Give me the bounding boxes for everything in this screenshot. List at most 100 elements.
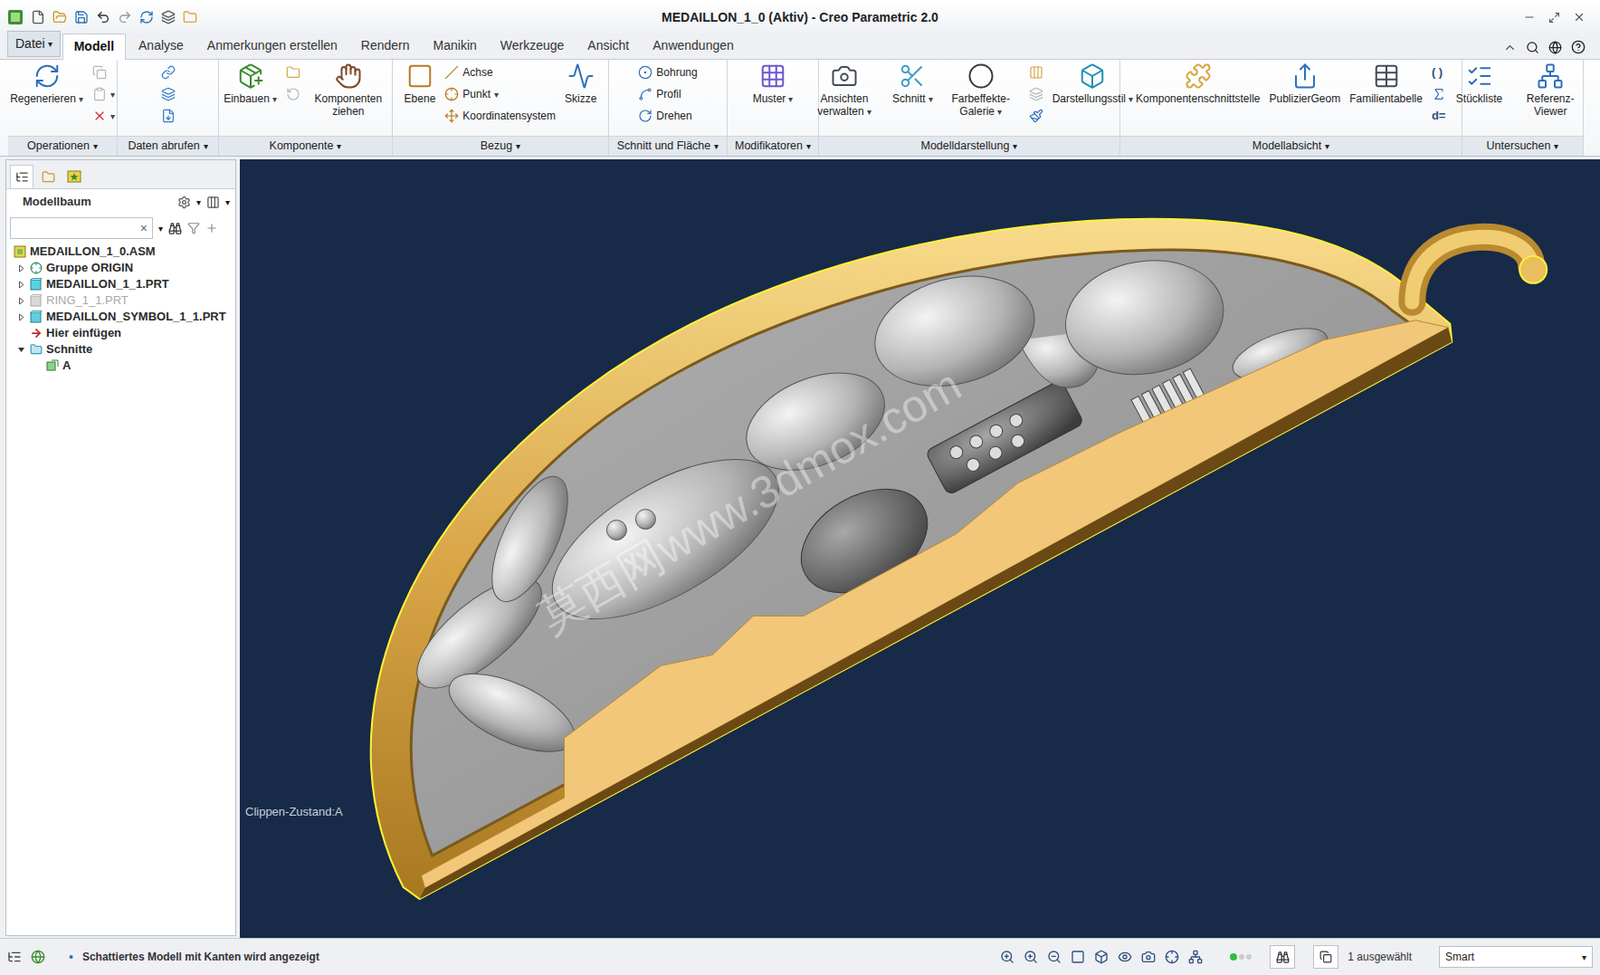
tree-item[interactable]: A bbox=[6, 357, 236, 374]
ribbon-small-button[interactable]: Profil bbox=[636, 84, 699, 105]
ribbon-group-label[interactable]: Modellabsicht▾ bbox=[1120, 135, 1462, 156]
ribbon-large-button[interactable]: Stückliste bbox=[1454, 62, 1505, 105]
open-folder-icon[interactable] bbox=[52, 9, 67, 25]
tree-item[interactable]: RING_1_1.PRT bbox=[6, 292, 236, 309]
view-manager-icon[interactable] bbox=[1141, 949, 1156, 964]
collapsed-icon[interactable] bbox=[17, 313, 26, 322]
ribbon-tab[interactable]: Analyse bbox=[127, 33, 195, 59]
navigator-tab[interactable] bbox=[9, 164, 34, 189]
ribbon-tab[interactable]: Werkzeuge bbox=[489, 33, 576, 59]
help-icon[interactable] bbox=[1571, 39, 1586, 55]
ribbon-small-button[interactable] bbox=[1027, 84, 1046, 105]
ribbon-group-label[interactable]: Modelldarstellung▾ bbox=[819, 135, 1120, 156]
graphics-viewport[interactable]: 莫西网www.3dmox.comClippen-Zustand:A bbox=[239, 159, 1600, 938]
search-icon[interactable] bbox=[1525, 40, 1540, 55]
minimize-icon[interactable] bbox=[1523, 10, 1536, 24]
ribbon-tab[interactable]: Anmerkungen erstellen bbox=[196, 33, 349, 59]
collapsed-icon[interactable] bbox=[17, 296, 26, 305]
refit-icon[interactable] bbox=[1000, 949, 1015, 964]
tree-item[interactable]: Gruppe ORIGIN bbox=[6, 259, 236, 277]
ribbon-small-button[interactable] bbox=[159, 84, 178, 105]
undo-icon[interactable] bbox=[95, 9, 111, 25]
ribbon-large-button[interactable]: Ebene bbox=[402, 62, 439, 105]
ribbon-tab[interactable]: Anwendungen bbox=[641, 33, 745, 59]
navigator-tab[interactable] bbox=[62, 164, 86, 189]
tree-item[interactable]: Schnitte bbox=[6, 341, 236, 358]
ribbon-tab[interactable]: Modell bbox=[62, 33, 126, 60]
ribbon-tab[interactable]: Manikin bbox=[422, 33, 488, 59]
ribbon-group-label[interactable]: Modifikatoren▾ bbox=[727, 135, 819, 156]
ribbon-group-label[interactable]: Daten abrufen▾ bbox=[117, 135, 219, 156]
ribbon-large-button[interactable]: Darstellungsstil▾ bbox=[1050, 62, 1135, 106]
ribbon-small-button[interactable]: ▾ bbox=[90, 105, 117, 126]
ribbon-large-button[interactable]: Schnitt▾ bbox=[890, 62, 935, 106]
repaint-icon[interactable] bbox=[1070, 949, 1086, 964]
ribbon-large-button[interactable]: Regenerieren▾ bbox=[8, 62, 86, 106]
ribbon-small-button[interactable]: ( ) bbox=[1429, 62, 1448, 83]
ribbon-small-button[interactable]: d= bbox=[1429, 105, 1448, 126]
collapsed-icon[interactable] bbox=[17, 264, 26, 273]
restore-icon[interactable] bbox=[1548, 11, 1561, 24]
ribbon-group-label[interactable]: Komponente▾ bbox=[219, 135, 392, 156]
ribbon-small-button[interactable] bbox=[284, 84, 303, 105]
navigator-tab[interactable] bbox=[36, 164, 60, 189]
ribbon-large-button[interactable]: Einbauen▾ bbox=[221, 62, 279, 106]
ribbon-small-button[interactable]: Achse bbox=[442, 62, 558, 83]
tree-columns-icon[interactable] bbox=[206, 195, 220, 210]
collapsed-icon[interactable] bbox=[17, 280, 26, 289]
ribbon-small-button[interactable]: Drehen bbox=[636, 105, 699, 126]
clear-search-button[interactable]: × bbox=[140, 219, 148, 239]
collapse-ribbon-icon[interactable] bbox=[1503, 40, 1517, 55]
ribbon-tab[interactable]: Rendern bbox=[350, 33, 421, 59]
tree-search-field[interactable]: × bbox=[9, 217, 153, 239]
spin-center-icon[interactable] bbox=[1188, 949, 1203, 964]
add-icon[interactable] bbox=[205, 221, 219, 235]
toggle-navigator-icon[interactable] bbox=[7, 949, 22, 964]
ribbon-large-button[interactable]: Familientabelle bbox=[1347, 62, 1425, 105]
tree-item[interactable]: Hier einfügen bbox=[6, 324, 236, 342]
display-style-small-icon[interactable] bbox=[1094, 949, 1109, 964]
ribbon-small-button[interactable] bbox=[159, 62, 178, 83]
creo-app-icon[interactable] bbox=[7, 9, 24, 26]
expanded-icon[interactable] bbox=[17, 345, 26, 354]
find-icon[interactable] bbox=[168, 221, 182, 236]
saved-views-icon[interactable] bbox=[1117, 949, 1133, 964]
ribbon-large-button[interactable]: Komponentenschnittstelle bbox=[1133, 62, 1262, 105]
ribbon-small-button[interactable] bbox=[90, 62, 117, 83]
ribbon-group-label[interactable]: Untersuchen▾ bbox=[1462, 135, 1583, 156]
filter-icon[interactable] bbox=[187, 221, 200, 235]
tree-item[interactable]: MEDAILLON_1_0.ASM bbox=[6, 243, 236, 260]
tree-settings-icon[interactable] bbox=[177, 195, 191, 210]
ribbon-small-button[interactable] bbox=[1429, 84, 1448, 105]
save-icon[interactable] bbox=[74, 9, 89, 25]
close-window-icon[interactable] bbox=[182, 9, 198, 25]
datum-display-icon[interactable] bbox=[1164, 949, 1180, 964]
ribbon-small-button[interactable]: Koordinatensystem bbox=[442, 105, 558, 126]
ribbon-small-button[interactable] bbox=[1027, 105, 1046, 126]
ribbon-group-label[interactable]: Schnitt und Fläche▾ bbox=[609, 135, 727, 156]
ribbon-large-button[interactable]: Referenz-Viewer bbox=[1509, 62, 1591, 118]
ribbon-large-button[interactable]: Farbeffekte-Galerie▾ bbox=[940, 62, 1022, 119]
ribbon-group-label[interactable]: Bezug▾ bbox=[392, 135, 609, 156]
close-icon[interactable] bbox=[1572, 10, 1586, 24]
ribbon-large-button[interactable]: Skizze bbox=[562, 62, 599, 105]
selection-filter[interactable]: Smart▾ bbox=[1438, 945, 1593, 968]
ribbon-small-button[interactable]: Bohrung bbox=[636, 62, 699, 83]
toggle-browser-icon[interactable] bbox=[30, 949, 46, 964]
selection-buffer-button[interactable] bbox=[1313, 944, 1339, 969]
redo-icon[interactable] bbox=[117, 9, 133, 25]
ribbon-large-button[interactable]: PublizierGeom bbox=[1267, 62, 1343, 105]
ribbon-small-button[interactable] bbox=[284, 62, 303, 83]
ribbon-tab[interactable]: Ansicht bbox=[576, 33, 640, 59]
ribbon-large-button[interactable]: Ansichten verwalten▾ bbox=[803, 62, 886, 119]
ribbon-large-button[interactable]: Muster▾ bbox=[751, 62, 796, 106]
ribbon-large-button[interactable]: Komponenten ziehen bbox=[307, 62, 390, 118]
windows-icon[interactable] bbox=[161, 9, 176, 25]
regenerate-small-icon[interactable] bbox=[139, 9, 154, 25]
tree-item[interactable]: MEDAILLON_SYMBOL_1_1.PRT bbox=[6, 308, 236, 325]
new-file-icon[interactable] bbox=[30, 9, 46, 25]
tree-item[interactable]: MEDAILLON_1_1.PRT bbox=[6, 276, 236, 293]
ribbon-tab[interactable]: Datei▾ bbox=[7, 30, 61, 58]
ribbon-small-button[interactable]: ▾ bbox=[90, 84, 117, 105]
globe-icon[interactable] bbox=[1548, 40, 1562, 55]
